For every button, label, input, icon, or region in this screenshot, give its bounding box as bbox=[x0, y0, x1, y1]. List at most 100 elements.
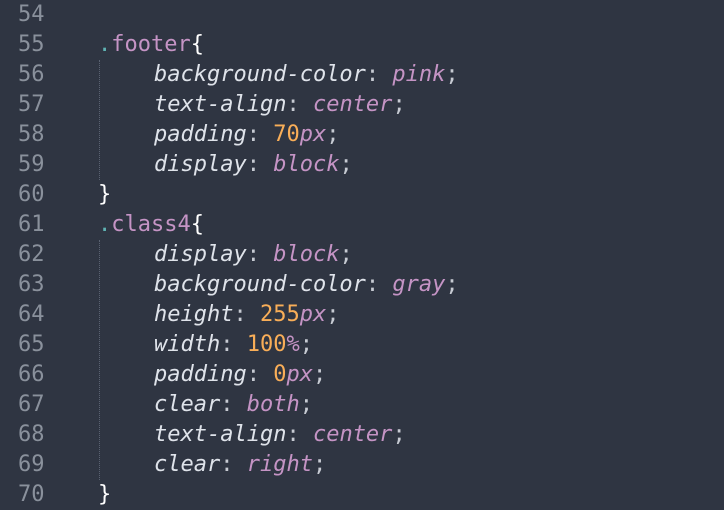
code-text: text-align: center; bbox=[154, 420, 406, 450]
line-number: 66 bbox=[18, 362, 45, 387]
code-line[interactable]: 69 clear: right; bbox=[0, 450, 724, 480]
css-selector: footer bbox=[111, 32, 191, 57]
selector-dot: . bbox=[98, 32, 112, 57]
brace: { bbox=[190, 32, 204, 57]
punctuation: ; bbox=[392, 422, 406, 447]
css-property: background-color bbox=[154, 272, 366, 297]
punctuation: : bbox=[220, 332, 247, 357]
brace: } bbox=[98, 182, 112, 207]
punctuation: ; bbox=[445, 62, 459, 87]
css-property: clear bbox=[154, 452, 221, 477]
code-line[interactable]: 70} bbox=[0, 480, 724, 510]
code-line[interactable]: 54 bbox=[0, 0, 724, 30]
punctuation: ; bbox=[312, 452, 327, 477]
code-text: } bbox=[98, 480, 111, 510]
code-line[interactable]: 59 display: block; bbox=[0, 150, 724, 180]
line-number: 59 bbox=[18, 152, 45, 177]
punctuation: : bbox=[220, 392, 247, 417]
code-line[interactable]: 67 clear: both; bbox=[0, 390, 724, 420]
line-number: 64 bbox=[18, 302, 45, 327]
css-property: display bbox=[154, 152, 247, 177]
line-number: 69 bbox=[18, 452, 45, 477]
punctuation: : bbox=[220, 452, 247, 477]
css-value: gray bbox=[392, 272, 446, 297]
code-line[interactable]: 68 text-align: center; bbox=[0, 420, 724, 450]
code-text: clear: both; bbox=[154, 390, 313, 420]
css-selector: class4 bbox=[111, 212, 191, 237]
css-unit: px bbox=[299, 122, 327, 147]
code-line[interactable]: 62 display: block; bbox=[0, 240, 724, 270]
line-number: 60 bbox=[18, 182, 45, 207]
code-line[interactable]: 56 background-color: pink; bbox=[0, 60, 724, 90]
css-property: clear bbox=[154, 392, 221, 417]
css-unit: px bbox=[299, 302, 327, 327]
line-number: 68 bbox=[18, 422, 45, 447]
css-value: right bbox=[246, 452, 313, 477]
punctuation: ; bbox=[326, 302, 340, 327]
css-number: 255 bbox=[259, 302, 300, 327]
line-number: 55 bbox=[18, 32, 45, 57]
css-property: text-align bbox=[154, 422, 287, 447]
punctuation: ; bbox=[339, 152, 353, 177]
css-property: text-align bbox=[154, 92, 287, 117]
punctuation: ; bbox=[392, 92, 406, 117]
code-line[interactable]: 65 width: 100%; bbox=[0, 330, 724, 360]
code-line[interactable]: 64 height: 255px; bbox=[0, 300, 724, 330]
code-line[interactable]: 55 .footer{ bbox=[0, 30, 724, 60]
css-property: padding bbox=[154, 362, 247, 387]
selector-dot: . bbox=[98, 212, 112, 237]
code-text: text-align: center; bbox=[154, 90, 406, 120]
code-text: height: 255px; bbox=[154, 300, 339, 330]
line-number: 56 bbox=[18, 62, 45, 87]
css-property: padding bbox=[154, 122, 247, 147]
punctuation: : bbox=[246, 242, 274, 267]
punctuation: : bbox=[246, 152, 274, 177]
code-text: padding: 0px; bbox=[154, 360, 326, 390]
css-number: 70 bbox=[273, 122, 300, 147]
css-value: center bbox=[312, 422, 393, 447]
punctuation: : bbox=[286, 92, 313, 117]
punctuation: : bbox=[286, 422, 313, 447]
code-text: width: 100%; bbox=[154, 330, 313, 360]
line-number: 58 bbox=[18, 122, 45, 147]
css-property: display bbox=[154, 242, 247, 267]
punctuation: ; bbox=[326, 122, 340, 147]
brace: { bbox=[190, 212, 204, 237]
code-line[interactable]: 57 text-align: center; bbox=[0, 90, 724, 120]
code-text: background-color: pink; bbox=[154, 60, 459, 90]
code-text: padding: 70px; bbox=[154, 120, 339, 150]
code-editor[interactable]: 54 55 .footer{56 background-color: pink; 57 t… bbox=[0, 0, 724, 510]
line-number: 61 bbox=[18, 212, 45, 237]
brace: } bbox=[98, 482, 112, 507]
line-number: 62 bbox=[18, 242, 45, 267]
punctuation: : bbox=[233, 302, 260, 327]
css-value: block bbox=[273, 242, 340, 267]
code-text: .class4{ bbox=[98, 210, 204, 240]
code-text: background-color: gray; bbox=[154, 270, 459, 300]
code-line[interactable]: 60} bbox=[0, 180, 724, 210]
css-property: background-color bbox=[154, 62, 366, 87]
line-number: 63 bbox=[18, 272, 45, 297]
code-line[interactable]: 63 background-color: gray; bbox=[0, 270, 724, 300]
code-text: .footer{ bbox=[98, 30, 204, 60]
code-line[interactable]: 61 .class4{ bbox=[0, 210, 724, 240]
line-number: 65 bbox=[18, 332, 45, 357]
code-text: display: block; bbox=[154, 240, 353, 270]
code-text: clear: right; bbox=[154, 450, 326, 480]
punctuation: ; bbox=[339, 242, 353, 267]
punctuation: ; bbox=[445, 272, 459, 297]
code-line[interactable]: 58 padding: 70px; bbox=[0, 120, 724, 150]
code-text: display: block; bbox=[154, 150, 353, 180]
punctuation: : bbox=[246, 362, 274, 387]
punctuation: : bbox=[365, 62, 393, 87]
css-number: 0 bbox=[273, 362, 287, 387]
punctuation: ; bbox=[299, 392, 313, 417]
css-number: 100 bbox=[246, 332, 287, 357]
code-line[interactable]: 66 padding: 0px; bbox=[0, 360, 724, 390]
line-number: 54 bbox=[18, 2, 45, 27]
line-number: 67 bbox=[18, 392, 45, 417]
punctuation: : bbox=[365, 272, 393, 297]
css-value: block bbox=[273, 152, 340, 177]
css-unit: % bbox=[286, 332, 300, 357]
css-property: width bbox=[154, 332, 221, 357]
